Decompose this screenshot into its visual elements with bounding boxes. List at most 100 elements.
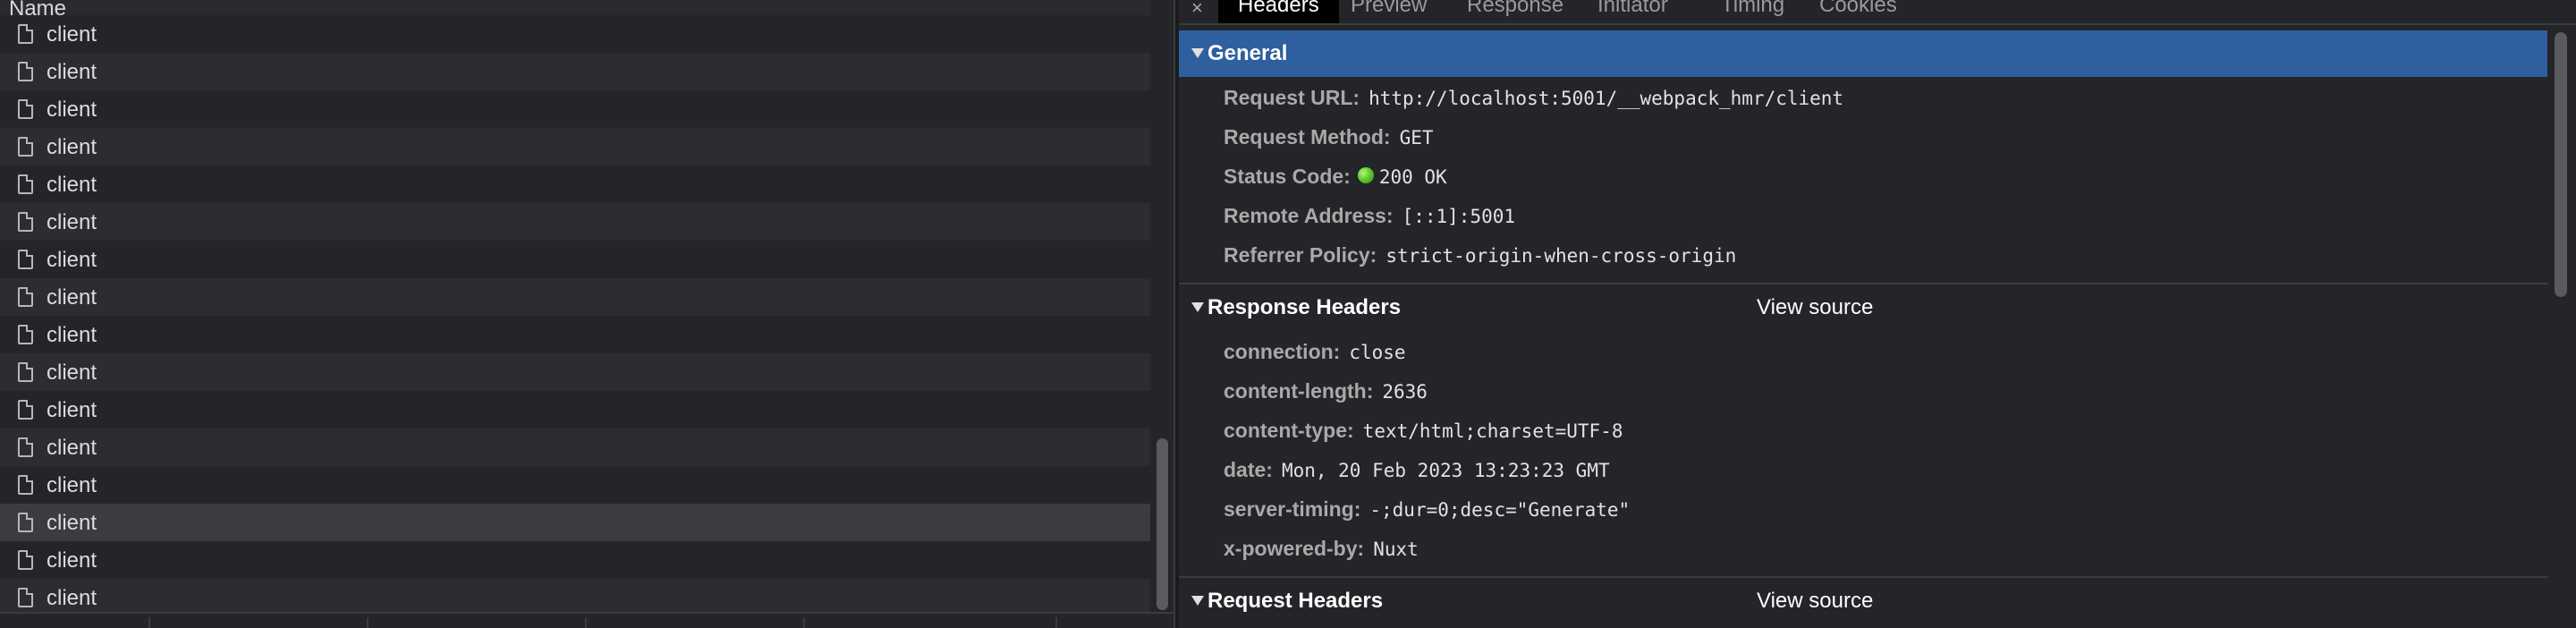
table-row[interactable]: client — [0, 203, 1150, 241]
header-key: content-length: — [1224, 379, 1374, 403]
table-row[interactable]: client — [0, 579, 1150, 616]
remote-address-key: Remote Address: — [1224, 204, 1394, 227]
general-section-header[interactable]: General — [1179, 30, 2547, 77]
close-icon[interactable]: × — [1191, 0, 1203, 20]
request-list-footer — [0, 612, 1174, 628]
header-key: x-powered-by: — [1224, 537, 1365, 560]
response-header-row: connection: close — [1224, 340, 1406, 372]
tab-cookies[interactable]: Cookies — [1800, 0, 1917, 23]
document-icon — [18, 99, 33, 119]
header-value: Mon, 20 Feb 2023 13:23:23 GMT — [1281, 460, 1610, 481]
referrer-policy-value: strict-origin-when-cross-origin — [1385, 245, 1737, 267]
status-code-row: Status Code: 200 OK — [1224, 165, 1447, 197]
tab-response[interactable]: Response — [1447, 0, 1583, 23]
document-icon — [18, 325, 33, 344]
table-row-selected[interactable]: client — [0, 504, 1150, 541]
request-name: client — [47, 361, 97, 385]
table-row[interactable]: client — [0, 353, 1150, 391]
request-name: client — [47, 511, 97, 535]
table-row[interactable]: client — [0, 316, 1150, 353]
document-icon — [18, 287, 33, 307]
column-divider — [803, 617, 805, 628]
disclosure-triangle-icon — [1191, 596, 1204, 606]
table-row[interactable]: client — [0, 165, 1150, 203]
column-divider — [148, 617, 150, 628]
request-name: client — [47, 210, 97, 234]
document-icon — [18, 475, 33, 495]
document-icon — [18, 400, 33, 420]
request-method-row: Request Method: GET — [1224, 125, 1434, 157]
response-header-row: content-type: text/html;charset=UTF-8 — [1224, 419, 1623, 451]
request-name: client — [47, 98, 97, 122]
header-value: text/html;charset=UTF-8 — [1362, 420, 1623, 442]
details-scroll-thumb[interactable] — [2555, 32, 2567, 297]
table-row[interactable]: client — [0, 391, 1150, 429]
request-name: client — [47, 22, 97, 47]
table-row[interactable]: client — [0, 15, 1150, 53]
column-divider — [1055, 617, 1057, 628]
document-icon — [18, 362, 33, 382]
request-name: client — [47, 323, 97, 347]
header-key: date: — [1224, 458, 1273, 481]
response-headers-section-title: Response Headers — [1208, 295, 1402, 319]
document-icon — [18, 24, 33, 44]
document-icon — [18, 174, 33, 194]
response-headers-view-source-link[interactable]: View source — [1757, 295, 1873, 320]
tab-preview[interactable]: Preview — [1331, 0, 1446, 23]
request-list-scroll-thumb[interactable] — [1157, 438, 1168, 610]
details-tabbar: × Headers Preview Response Initiator Tim… — [1179, 0, 2576, 25]
response-headers-section-header[interactable]: Response Headers View source — [1179, 284, 2547, 331]
document-icon — [18, 137, 33, 157]
header-value: 2636 — [1382, 381, 1428, 403]
tab-timing[interactable]: Timing — [1701, 0, 1804, 23]
request-details-panel: × Headers Preview Response Initiator Tim… — [1179, 0, 2576, 628]
request-name: client — [47, 436, 97, 460]
document-icon — [18, 550, 33, 570]
table-row[interactable]: client — [0, 53, 1150, 90]
header-key: server-timing: — [1224, 497, 1361, 521]
request-name: client — [47, 248, 97, 272]
table-row[interactable]: client — [0, 278, 1150, 316]
disclosure-triangle-icon — [1191, 302, 1204, 312]
status-code-value: 200 OK — [1378, 166, 1447, 188]
request-name: client — [47, 548, 97, 573]
request-method-value: GET — [1399, 127, 1434, 149]
referrer-policy-key: Referrer Policy: — [1224, 243, 1377, 267]
table-row[interactable]: client — [0, 128, 1150, 165]
document-icon — [18, 212, 33, 232]
request-name: client — [47, 285, 97, 310]
request-url-value: http://localhost:5001/__webpack_hmr/clie… — [1368, 88, 1844, 109]
header-value: Nuxt — [1373, 539, 1419, 560]
table-row[interactable]: client — [0, 541, 1150, 579]
referrer-policy-row: Referrer Policy: strict-origin-when-cross… — [1224, 243, 1736, 276]
header-value: -;dur=0;desc="Generate" — [1369, 499, 1631, 521]
table-row[interactable]: client — [0, 466, 1150, 504]
request-headers-section-title: Request Headers — [1208, 589, 1384, 613]
document-icon — [18, 588, 33, 607]
request-name: client — [47, 135, 97, 159]
request-name: client — [47, 173, 97, 197]
document-icon — [18, 513, 33, 532]
status-ok-icon — [1357, 167, 1374, 183]
document-icon — [18, 62, 33, 81]
request-headers-view-source-link[interactable]: View source — [1757, 589, 1873, 614]
tab-initiator[interactable]: Initiator — [1578, 0, 1688, 23]
tab-headers[interactable]: Headers — [1218, 0, 1339, 23]
table-row[interactable]: client — [0, 429, 1150, 466]
request-name: client — [47, 473, 97, 497]
column-divider — [367, 617, 369, 628]
request-url-row: Request URL: http://localhost:5001/__webp… — [1224, 86, 1843, 118]
column-divider — [585, 617, 587, 628]
response-header-row: x-powered-by: Nuxt — [1224, 537, 1419, 569]
request-headers-section-header[interactable]: Request Headers View source — [1179, 578, 2547, 624]
request-list-panel: Name client client client client client … — [0, 0, 1174, 628]
table-row[interactable]: client — [0, 241, 1150, 278]
response-header-row: content-length: 2636 — [1224, 379, 1428, 412]
header-key: content-type: — [1224, 419, 1354, 442]
table-row[interactable]: client — [0, 90, 1150, 128]
request-method-key: Request Method: — [1224, 125, 1391, 149]
general-section-title: General — [1208, 41, 1288, 65]
response-header-row: server-timing: -;dur=0;desc="Generate" — [1224, 497, 1630, 530]
header-value: close — [1349, 342, 1406, 363]
header-key: connection: — [1224, 340, 1341, 363]
